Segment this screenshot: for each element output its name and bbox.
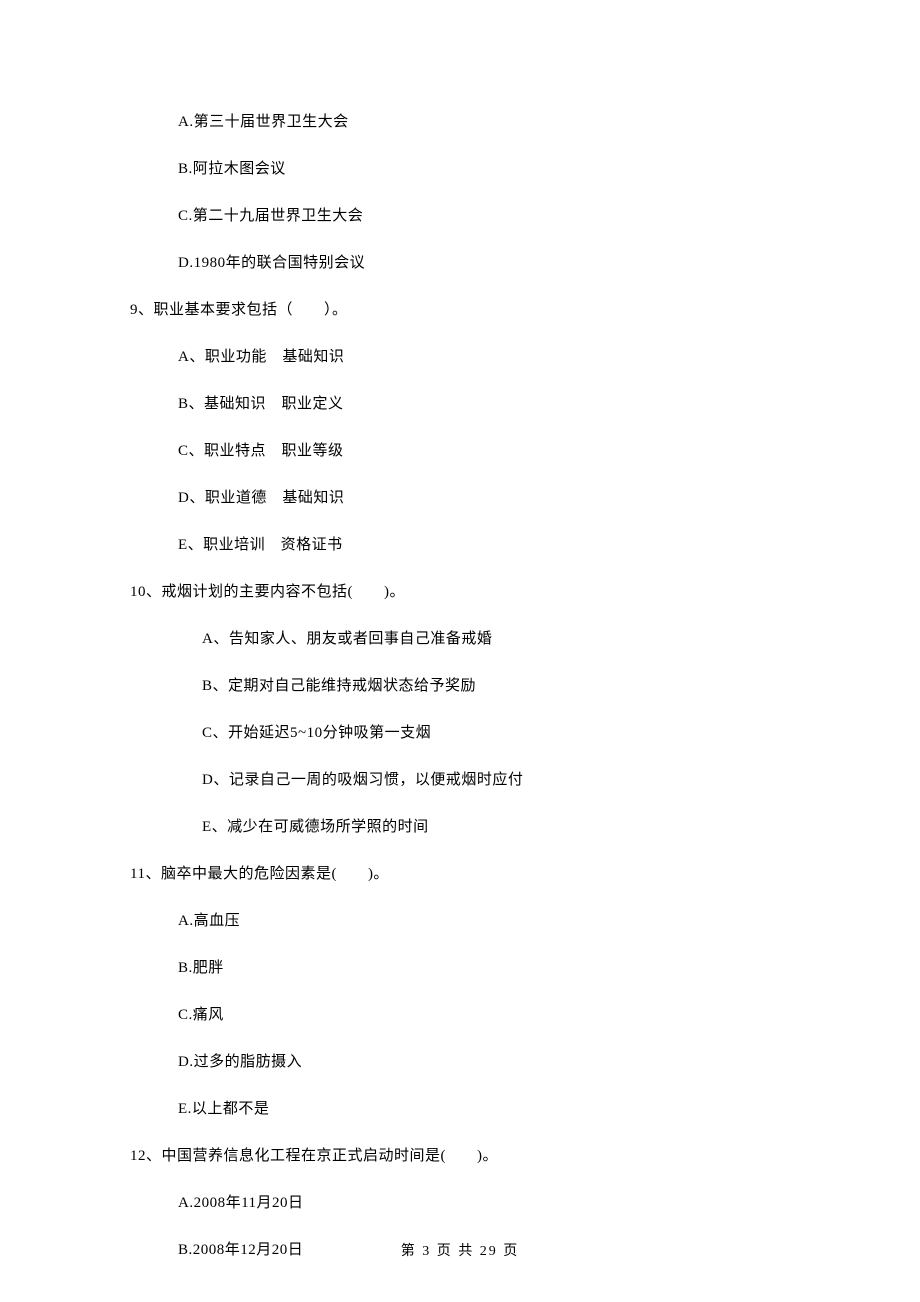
q8-option-d: D.1980年的联合国特别会议 [178,251,790,272]
q11-option-c: C.痛风 [178,1003,790,1024]
q9-option-e: E、职业培训 资格证书 [178,533,790,554]
document-page: A.第三十届世界卫生大会 B.阿拉木图会议 C.第二十九届世界卫生大会 D.19… [0,0,920,1259]
q8-option-b: B.阿拉木图会议 [178,157,790,178]
q8-option-c: C.第二十九届世界卫生大会 [178,204,790,225]
q11-option-d: D.过多的脂肪摄入 [178,1050,790,1071]
q12-option-a: A.2008年11月20日 [178,1191,790,1212]
q10-option-b: B、定期对自己能维持戒烟状态给予奖励 [202,674,790,695]
q11-option-a: A.高血压 [178,909,790,930]
q12-stem: 12、中国营养信息化工程在京正式启动时间是( )。 [130,1144,790,1165]
q10-option-c: C、开始延迟5~10分钟吸第一支烟 [202,721,790,742]
page-footer: 第 3 页 共 29 页 [0,1240,920,1260]
q11-option-b: B.肥胖 [178,956,790,977]
q9-stem: 9、职业基本要求包括（ ）。 [130,298,790,319]
q9-option-c: C、职业特点 职业等级 [178,439,790,460]
q10-option-e: E、减少在可威德场所学照的时间 [202,815,790,836]
q10-stem: 10、戒烟计划的主要内容不包括( )。 [130,580,790,601]
q10-option-d: D、记录自己一周的吸烟习惯，以便戒烟时应付 [202,768,790,789]
q11-option-e: E.以上都不是 [178,1097,790,1118]
q9-option-b: B、基础知识 职业定义 [178,392,790,413]
q9-option-a: A、职业功能 基础知识 [178,345,790,366]
q8-option-a: A.第三十届世界卫生大会 [178,110,790,131]
q11-stem: 11、脑卒中最大的危险因素是( )。 [130,862,790,883]
q9-option-d: D、职业道德 基础知识 [178,486,790,507]
q10-option-a: A、告知家人、朋友或者回事自己准备戒婚 [202,627,790,648]
